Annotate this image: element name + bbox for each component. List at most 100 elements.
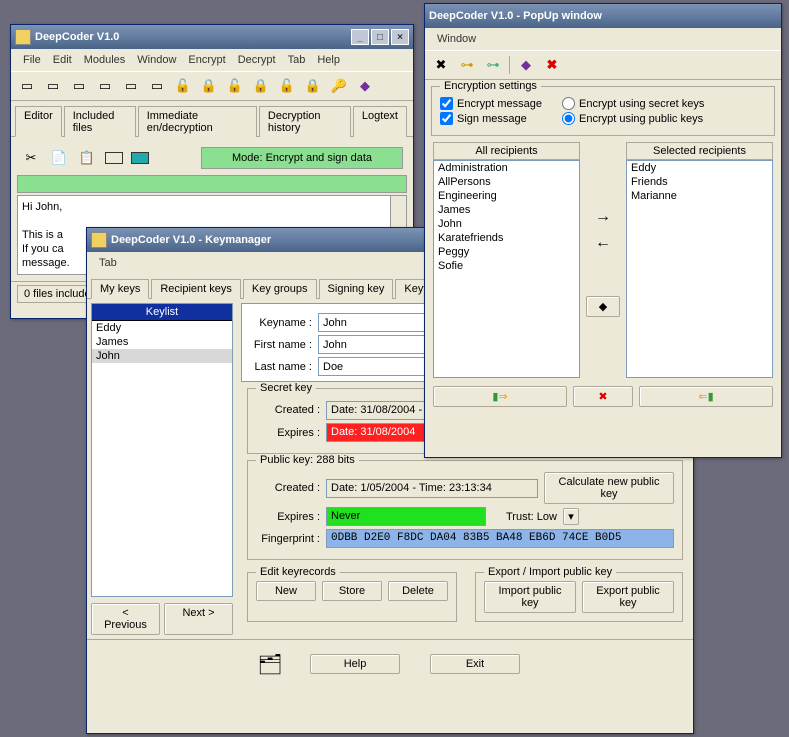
action-button-2[interactable]: ⇐▮ (639, 386, 773, 407)
popup-titlebar[interactable]: DeepCoder V1.0 - PopUp window (425, 4, 781, 28)
list-item[interactable]: Karatefriends (434, 231, 579, 245)
list-item[interactable]: Sofie (434, 259, 579, 273)
store-button[interactable]: Store (322, 581, 382, 601)
list-item[interactable]: Eddy (92, 321, 232, 335)
main-titlebar[interactable]: DeepCoder V1.0 _ □ × (11, 25, 413, 49)
tab-signing[interactable]: Signing key (319, 279, 394, 299)
list-item[interactable]: John (434, 217, 579, 231)
tab-included-files[interactable]: Included files (64, 106, 136, 137)
app-icon (15, 29, 31, 45)
encrypt-checkbox[interactable] (440, 97, 453, 110)
maximize-button[interactable]: □ (371, 29, 389, 45)
menu-modules[interactable]: Modules (78, 52, 132, 68)
move-left-button[interactable]: ← (586, 234, 620, 252)
prev-button[interactable]: < Previous (91, 603, 160, 635)
list-item[interactable]: Friends (627, 175, 772, 189)
list-item[interactable]: John (92, 349, 232, 363)
menu-file[interactable]: File (17, 52, 47, 68)
move-right-button[interactable]: → (586, 208, 620, 226)
tab-groups[interactable]: Key groups (243, 279, 317, 299)
delete-button[interactable]: Delete (388, 581, 448, 601)
tools-icon[interactable]: ✖ (431, 55, 451, 75)
cancel-icon[interactable]: ✖ (542, 55, 562, 75)
public-created: Date: 1/05/2004 - Time: 23:13:34 (326, 479, 538, 498)
menu-edit[interactable]: Edit (47, 52, 78, 68)
list-item[interactable]: Engineering (434, 189, 579, 203)
tab-editor[interactable]: Editor (15, 106, 62, 137)
action-button-1[interactable]: ▮⇒ (433, 386, 567, 407)
lock-open-icon[interactable]: 🔓 (277, 76, 297, 96)
secret-label: Encrypt using secret keys (579, 98, 704, 110)
menu-decrypt[interactable]: Decrypt (232, 52, 282, 68)
tab-immediate[interactable]: Immediate en/decryption (138, 106, 257, 137)
menu-window[interactable]: Window (131, 52, 182, 68)
tab-history[interactable]: Decryption history (259, 106, 351, 137)
lock-open-icon[interactable]: 🔓 (173, 76, 193, 96)
export-button[interactable]: Export public key (582, 581, 674, 613)
list-item[interactable]: James (92, 335, 232, 349)
secret-radio[interactable] (562, 97, 575, 110)
key-icon[interactable]: 🔑 (329, 76, 349, 96)
tab-recipient[interactable]: Recipient keys (151, 279, 241, 299)
tool-icon[interactable]: ▭ (121, 76, 141, 96)
key-icon[interactable]: ⊶ (457, 55, 477, 75)
keyname-label: Keyname : (248, 317, 318, 329)
keylist[interactable]: Keylist Eddy James John (91, 303, 233, 597)
menu-window[interactable]: Window (431, 31, 482, 47)
public-legend: Public key: 288 bits (256, 454, 359, 466)
menu-tab[interactable]: Tab (282, 52, 312, 68)
next-button[interactable]: Next > (164, 603, 233, 635)
popup-toolbar: ✖ ⊶ ⊶ ◆ ✖ (425, 50, 781, 80)
copy-icon[interactable]: 📄 (49, 148, 69, 168)
trust-dropdown[interactable]: ▾ (563, 508, 579, 525)
lock-open-icon[interactable]: 🔓 (225, 76, 245, 96)
minimize-button[interactable]: _ (351, 29, 369, 45)
exit-button[interactable]: Exit (430, 654, 520, 674)
public-key-group: Public key: 288 bits Created :Date: 1/05… (247, 460, 683, 560)
book-help-icon[interactable]: ◆ (355, 76, 375, 96)
enc-legend: Encryption settings (440, 80, 541, 92)
help-button[interactable]: Help (310, 654, 400, 674)
lock-icon[interactable]: 🔒 (199, 76, 219, 96)
rect-teal-icon[interactable] (131, 152, 149, 164)
key-title: DeepCoder V1.0 - Keymanager (111, 234, 271, 246)
tab-mykeys[interactable]: My keys (91, 279, 149, 299)
list-item[interactable]: Eddy (627, 161, 772, 175)
paste-icon[interactable]: 📋 (77, 148, 97, 168)
cut-icon[interactable]: ✂ (21, 148, 41, 168)
book-help-icon[interactable]: ◆ (516, 55, 536, 75)
list-item[interactable]: James (434, 203, 579, 217)
key-icon[interactable]: ⊶ (483, 55, 503, 75)
tool-icon[interactable]: ▭ (43, 76, 63, 96)
tab-logtext[interactable]: Logtext (353, 106, 407, 137)
menu-tab[interactable]: Tab (93, 255, 123, 271)
sign-checkbox[interactable] (440, 112, 453, 125)
popup-menubar: Window (425, 28, 781, 50)
keylist-header: Keylist (92, 304, 232, 321)
list-item[interactable]: AllPersons (434, 175, 579, 189)
list-item[interactable]: Marianne (627, 189, 772, 203)
all-recipients-list[interactable]: Administration AllPersons Engineering Ja… (433, 160, 580, 378)
main-tabs: Editor Included files Immediate en/decry… (11, 101, 413, 137)
list-item[interactable]: Administration (434, 161, 579, 175)
list-item[interactable]: Peggy (434, 245, 579, 259)
close-button[interactable]: × (391, 29, 409, 45)
menu-encrypt[interactable]: Encrypt (182, 52, 231, 68)
tool-icon[interactable]: ▭ (95, 76, 115, 96)
calc-public-button[interactable]: Calculate new public key (544, 472, 674, 504)
rect-icon[interactable] (105, 152, 123, 164)
clear-button[interactable]: ✖ (573, 386, 633, 407)
lock-icon[interactable]: 🔒 (303, 76, 323, 96)
book-help-icon[interactable]: ◆ (586, 296, 620, 317)
encryption-settings-group: Encryption settings Encrypt message Sign… (431, 86, 775, 136)
new-button[interactable]: New (256, 581, 316, 601)
firstname-label: First name : (248, 339, 318, 351)
tool-icon[interactable]: ▭ (147, 76, 167, 96)
import-button[interactable]: Import public key (484, 581, 576, 613)
tool-icon[interactable]: ▭ (69, 76, 89, 96)
menu-help[interactable]: Help (311, 52, 346, 68)
lock-icon[interactable]: 🔒 (251, 76, 271, 96)
selected-recipients-list[interactable]: Eddy Friends Marianne (626, 160, 773, 378)
public-radio[interactable] (562, 112, 575, 125)
tool-icon[interactable]: ▭ (17, 76, 37, 96)
